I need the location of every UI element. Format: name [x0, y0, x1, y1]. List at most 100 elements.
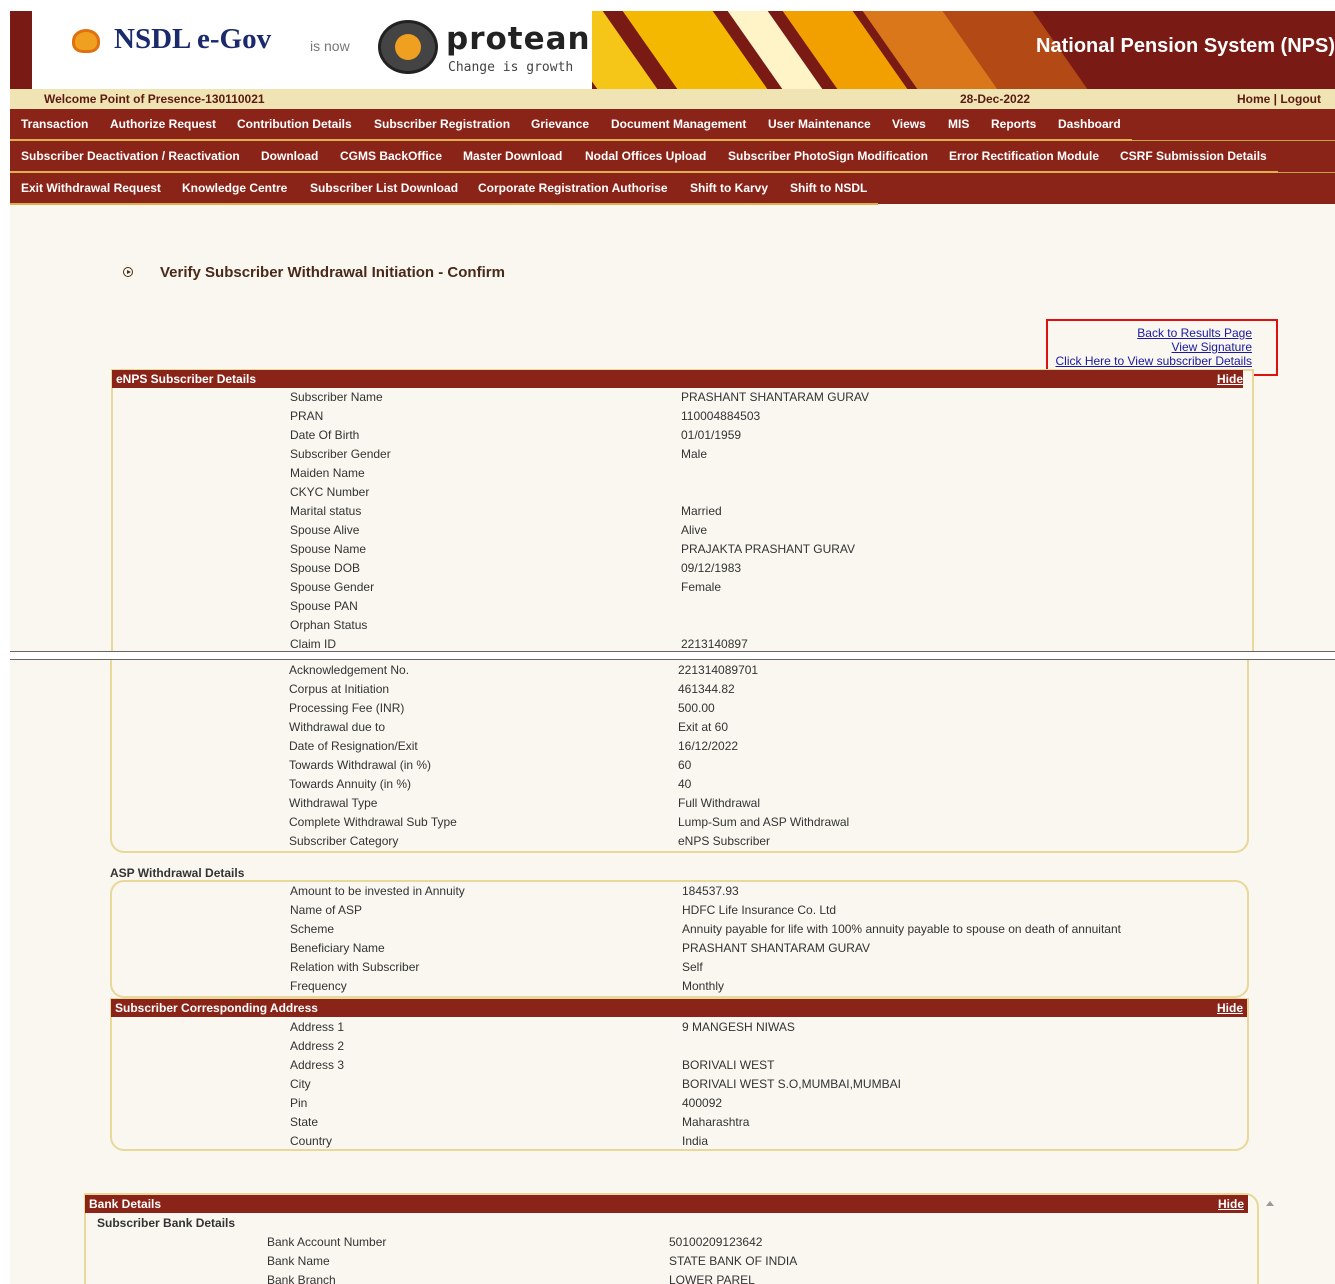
menu-reports[interactable]: Reports: [991, 117, 1036, 131]
enps-field-label: Date Of Birth: [290, 428, 360, 442]
menu-csrf-submission[interactable]: CSRF Submission Details: [1120, 149, 1267, 163]
scroll-up-arrow-icon[interactable]: [1266, 1201, 1274, 1206]
menu-mis[interactable]: MIS: [948, 117, 969, 131]
enps-field-label: Marital status: [290, 504, 362, 518]
header-banner: NSDL e-Gov is now protean Change is grow…: [10, 11, 1335, 89]
asp-section-title: ASP Withdrawal Details: [110, 866, 245, 880]
enps-hide-link[interactable]: Hide: [1217, 372, 1243, 386]
menu-authorize-request[interactable]: Authorize Request: [110, 117, 216, 131]
enps-field-label: Spouse Alive: [290, 523, 360, 537]
enps-details-title: eNPS Subscriber Details: [116, 372, 257, 386]
asp-field-label: Relation with Subscriber: [290, 960, 420, 974]
menu-corporate-registration[interactable]: Corporate Registration Authorise: [478, 181, 668, 195]
enps-field-value: 16/12/2022: [678, 739, 739, 753]
back-to-results-link[interactable]: Back to Results Page: [1048, 326, 1252, 340]
enps-field-value: 110004884503: [681, 409, 761, 423]
page-title: Verify Subscriber Withdrawal Initiation …: [160, 264, 505, 281]
enps-field-value: Full Withdrawal: [678, 796, 761, 810]
menu-photosign-modification[interactable]: Subscriber PhotoSign Modification: [728, 149, 928, 163]
menu-nodal-offices-upload[interactable]: Nodal Offices Upload: [585, 149, 706, 163]
enps-field-label: Spouse PAN: [290, 599, 358, 613]
address-header: Subscriber Corresponding Address Hide: [111, 999, 1247, 1017]
enps-field-label: Spouse Gender: [290, 580, 375, 594]
enps-field-label: Towards Withdrawal (in %): [289, 758, 432, 772]
is-now-text: is now: [310, 38, 350, 54]
address-field-label: Address 2: [290, 1039, 345, 1053]
system-title: National Pension System (NPS): [1036, 35, 1335, 57]
menu-grievance[interactable]: Grievance: [531, 117, 589, 131]
menu-row-3: Exit Withdrawal Request Knowledge Centre…: [10, 173, 1335, 205]
address-field-label: Pin: [290, 1096, 308, 1110]
menu-transaction[interactable]: Transaction: [21, 117, 88, 131]
brand-logo-area: NSDL e-Gov is now protean Change is grow…: [32, 11, 592, 89]
menu-dashboard[interactable]: Dashboard: [1058, 117, 1121, 131]
menu-download[interactable]: Download: [261, 149, 318, 163]
menu-knowledge-centre[interactable]: Knowledge Centre: [182, 181, 287, 195]
enps-field-label: Spouse Name: [290, 542, 367, 556]
asp-field-value: PRASHANT SHANTARAM GURAV: [682, 941, 871, 955]
enps-field-label: Towards Annuity (in %): [289, 777, 412, 791]
enps-field-label: CKYC Number: [290, 485, 370, 499]
enps-field-label: Maiden Name: [290, 466, 365, 480]
enps-field-value: 500.00: [678, 701, 715, 715]
nsdl-logo-icon: [72, 29, 100, 53]
enps-field-value: Male: [681, 447, 708, 461]
menu-shift-karvy[interactable]: Shift to Karvy: [690, 181, 768, 195]
address-field-value: BORIVALI WEST S.O,MUMBAI,MUMBAI: [682, 1077, 901, 1091]
menu-subscriber-registration[interactable]: Subscriber Registration: [374, 117, 510, 131]
bank-subheading: Subscriber Bank Details: [97, 1216, 236, 1230]
enps-field-label: Corpus at Initiation: [289, 682, 390, 696]
enps-field-value: eNPS Subscriber: [678, 834, 771, 848]
enps-field-value: Lump-Sum and ASP Withdrawal: [678, 815, 850, 829]
address-field-label: Country: [290, 1134, 333, 1148]
address-field-value: Maharashtra: [682, 1115, 750, 1129]
address-field-value: 9 MANGESH NIWAS: [682, 1020, 795, 1034]
asp-field-value: Annuity payable for life with 100% annui…: [682, 922, 1121, 936]
menu-master-download[interactable]: Master Download: [463, 149, 562, 163]
menu-cgms-backoffice[interactable]: CGMS BackOffice: [340, 149, 442, 163]
welcome-text: Welcome Point of Presence-130110021: [44, 92, 265, 106]
menu-shift-nsdl[interactable]: Shift to NSDL: [790, 181, 867, 195]
enps-field-value: 461344.82: [678, 682, 735, 696]
enps-field-label: Subscriber Gender: [290, 447, 391, 461]
asp-field-value: Monthly: [682, 979, 725, 993]
address-hide-link[interactable]: Hide: [1217, 1001, 1243, 1015]
menu-subscriber-list-download[interactable]: Subscriber List Download: [310, 181, 458, 195]
bank-field-value: STATE BANK OF INDIA: [669, 1254, 798, 1268]
address-field-value: 400092: [682, 1096, 723, 1110]
bank-field-label: Bank Branch: [267, 1273, 336, 1284]
asp-field-value: 184537.93: [682, 884, 739, 898]
enps-field-label: Claim ID: [290, 637, 337, 651]
bank-title: Bank Details: [89, 1197, 162, 1211]
bank-header: Bank Details Hide: [85, 1195, 1248, 1213]
asp-field-label: Beneficiary Name: [290, 941, 385, 955]
view-signature-link[interactable]: View Signature: [1048, 340, 1253, 354]
menu-error-rectification[interactable]: Error Rectification Module: [949, 149, 1099, 163]
home-logout-links[interactable]: Home | Logout: [1237, 92, 1321, 106]
top-screenshot-frame: NSDL e-Gov is now protean Change is grow…: [10, 11, 1335, 652]
menu-views[interactable]: Views: [892, 117, 926, 131]
enps-field-label: Complete Withdrawal Sub Type: [289, 815, 457, 829]
address-field-value: India: [682, 1134, 709, 1148]
welcome-bar: Welcome Point of Presence-130110021 28-D…: [10, 89, 1335, 109]
enps-field-value: 40: [678, 777, 692, 791]
menu-contribution-details[interactable]: Contribution Details: [237, 117, 352, 131]
view-subscriber-details-link[interactable]: Click Here to View subscriber Details: [1048, 354, 1252, 368]
enps-field-label: Orphan Status: [290, 618, 368, 632]
bank-field-value: 50100209123642: [669, 1235, 763, 1249]
menu-row-2: Subscriber Deactivation / Reactivation D…: [10, 141, 1335, 173]
address-field-label: State: [290, 1115, 319, 1129]
menu-user-maintenance[interactable]: User Maintenance: [768, 117, 871, 131]
enps-field-value: PRASHANT SHANTARAM GURAV: [681, 390, 870, 404]
menu-exit-withdrawal[interactable]: Exit Withdrawal Request: [21, 181, 161, 195]
enps-field-label: Withdrawal due to: [289, 720, 386, 734]
bank-field-value: LOWER PAREL: [669, 1273, 755, 1284]
enps-field-label: Withdrawal Type: [289, 796, 378, 810]
enps-field-label: Spouse DOB: [290, 561, 361, 575]
enps-field-value: Female: [681, 580, 722, 594]
asp-field-value: Self: [682, 960, 703, 974]
menu-subscriber-deactivation[interactable]: Subscriber Deactivation / Reactivation: [21, 149, 240, 163]
bank-hide-link[interactable]: Hide: [1218, 1197, 1244, 1211]
enps-field-label: Processing Fee (INR): [289, 701, 405, 715]
menu-document-management[interactable]: Document Management: [611, 117, 746, 131]
